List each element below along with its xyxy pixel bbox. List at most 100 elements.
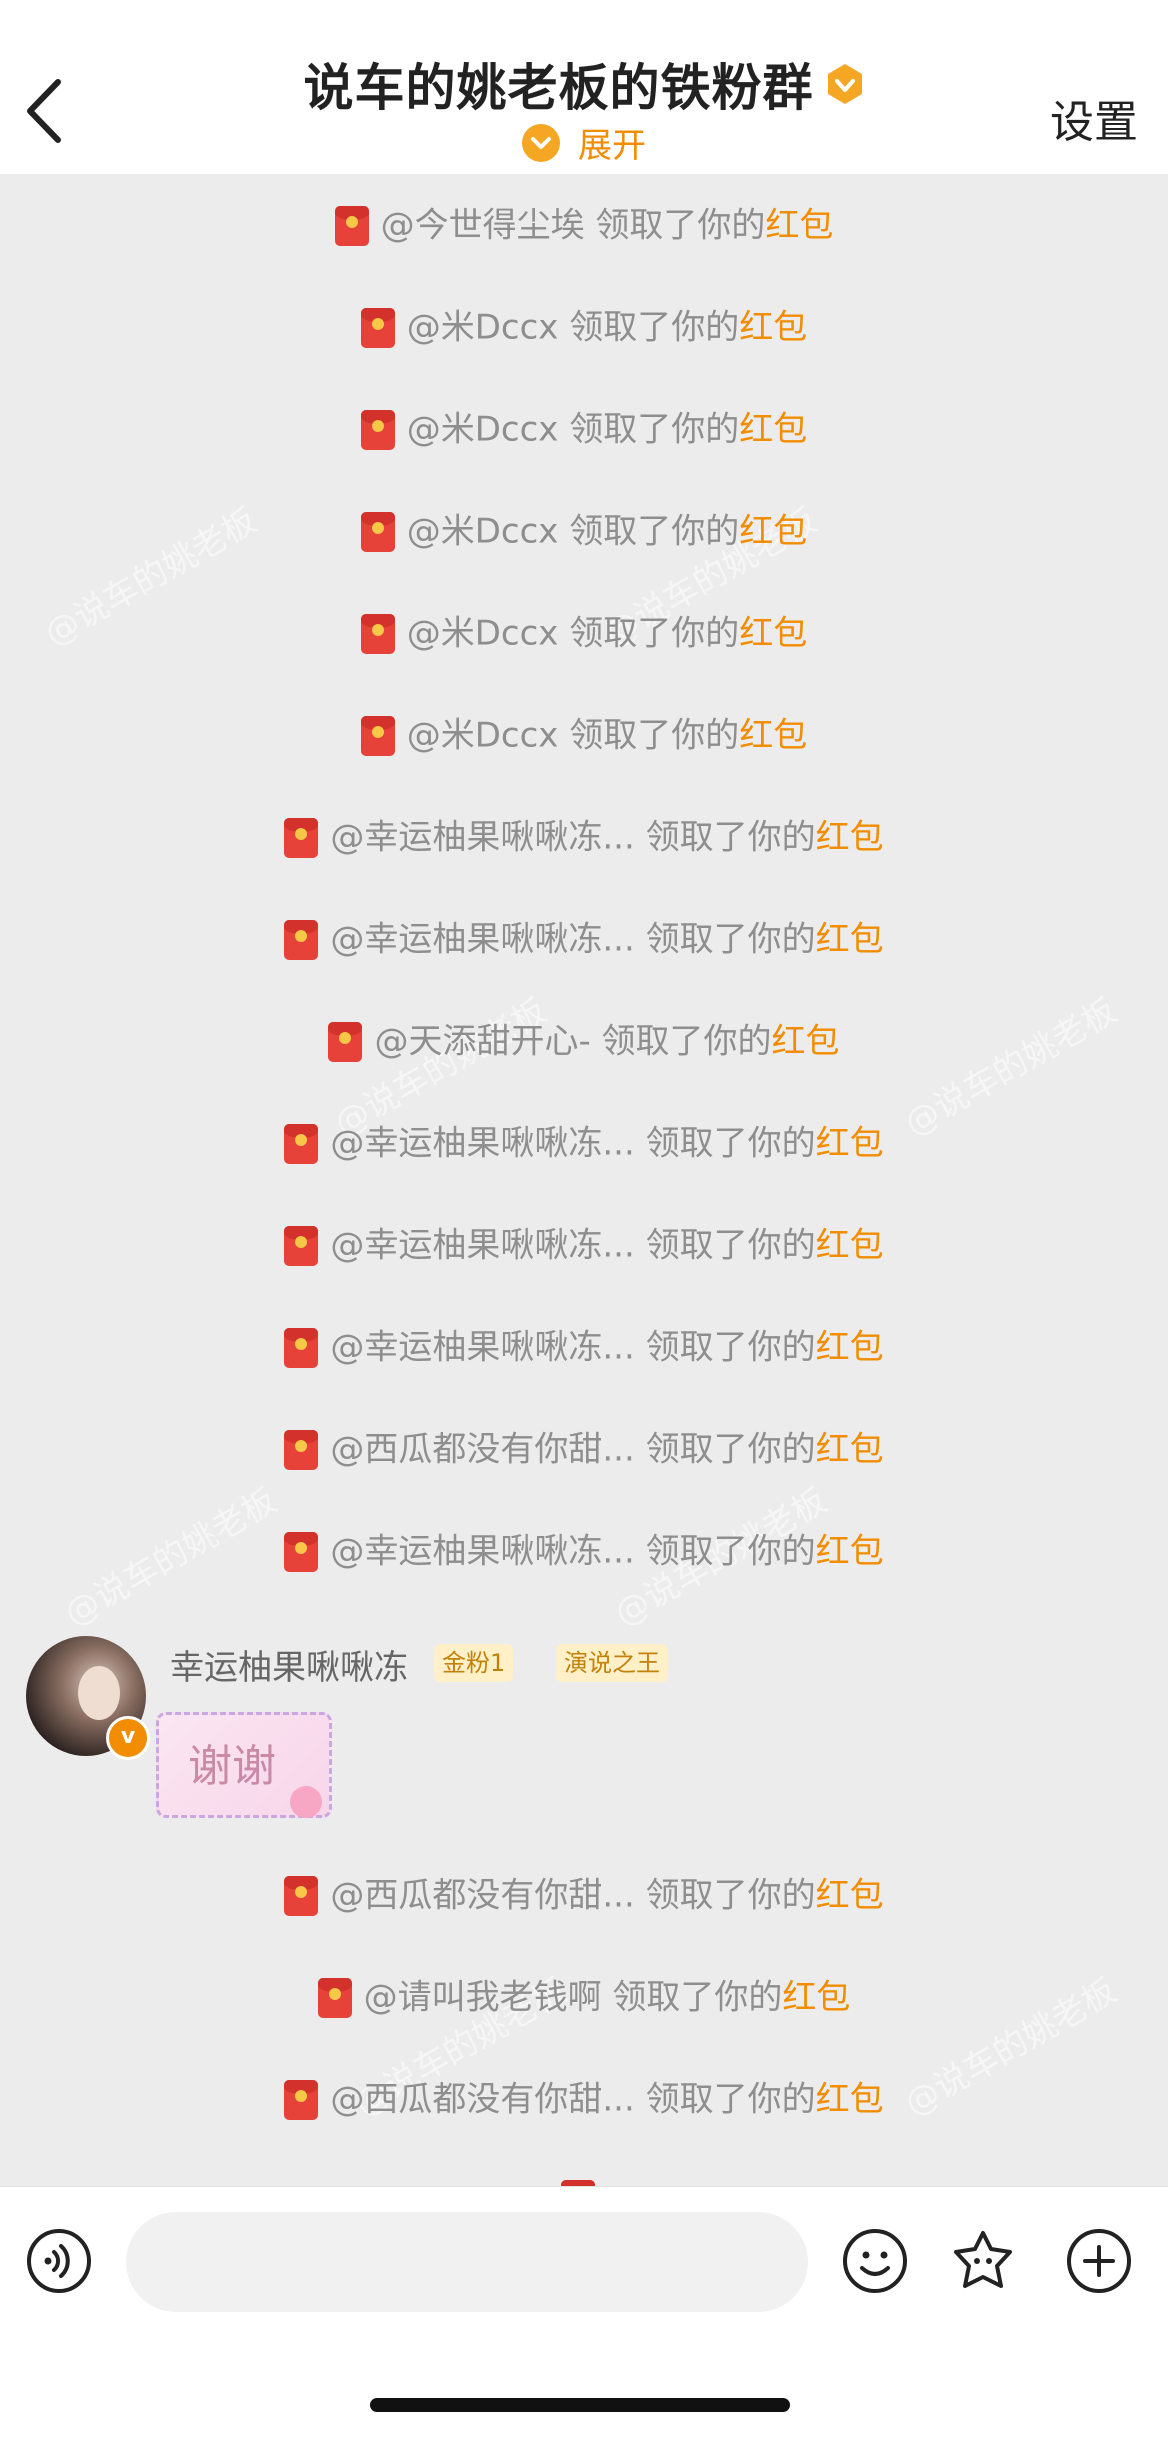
notice-action: 领取了你的 <box>634 1531 816 1572</box>
red-envelope-icon <box>284 1225 319 1266</box>
redpacket-link[interactable]: 红包 <box>816 2080 884 2120</box>
notice-action: 领取了你的 <box>601 1977 783 2018</box>
redpacket-notice: @幸运柚果啾啾冻... 领取了你的红包 <box>0 1324 1168 1368</box>
redpacket-link[interactable]: 红包 <box>782 1978 850 2018</box>
redpacket-notice: @米Dccx 领取了你的红包 <box>0 712 1168 756</box>
notice-user-link[interactable]: @幸运柚果啾啾冻... <box>330 1124 634 1164</box>
notice-user-link[interactable]: @幸运柚果啾啾冻... <box>330 1226 634 1266</box>
redpacket-notice: @米Dccx 领取了你的红包 <box>0 406 1168 450</box>
red-envelope-icon <box>284 919 319 960</box>
redpacket-notice: @米Dccx 领取了你的红包 <box>0 304 1168 348</box>
notice-user-link[interactable]: @幸运柚果啾啾冻... <box>330 1328 634 1368</box>
notice-action: 领取了你的 <box>634 1327 816 1368</box>
home-indicator[interactable] <box>370 2398 790 2412</box>
notice-user-link[interactable]: @今世得尘埃 <box>381 206 585 246</box>
red-envelope-icon <box>284 2079 319 2120</box>
red-envelope-icon <box>334 205 369 246</box>
red-envelope-icon <box>284 1327 319 1368</box>
notice-action: 领取了你的 <box>634 1225 816 1266</box>
avatar-face <box>78 1666 120 1720</box>
red-envelope-icon <box>360 511 395 552</box>
red-envelope-icon <box>360 613 395 654</box>
voice-icon[interactable] <box>26 2228 92 2294</box>
red-envelope-icon <box>284 817 319 858</box>
expand-label: 展开 <box>578 126 646 166</box>
red-envelope-icon <box>284 1429 319 1470</box>
red-envelope-icon <box>317 1977 352 2018</box>
sticker-message[interactable]: 谢谢 <box>150 1700 340 1830</box>
strawberry-icon <box>290 1786 322 1818</box>
sticker-icon[interactable] <box>950 2228 1016 2294</box>
notice-user-link[interactable]: @幸运柚果啾啾冻... <box>330 818 634 858</box>
redpacket-notice: @幸运柚果啾啾冻... 领取了你的红包 <box>0 1528 1168 1572</box>
verified-badge-icon: v <box>106 1716 150 1760</box>
red-envelope-icon <box>284 1531 319 1572</box>
notice-user-link[interactable]: @米Dccx <box>407 614 559 654</box>
header-bar: 说车的姚老板的铁粉群 展开 设置 <box>0 0 1168 174</box>
red-envelope-icon <box>360 409 395 450</box>
notice-action: 领取了你的 <box>634 1123 816 1164</box>
notice-action: 领取了你的 <box>590 1021 772 1062</box>
redpacket-notice: @幸运柚果啾啾冻... 领取了你的红包 <box>0 1222 1168 1266</box>
settings-button[interactable]: 设置 <box>1050 86 1138 150</box>
notice-user-link[interactable]: @米Dccx <box>407 308 559 348</box>
chevron-down-icon <box>522 123 560 162</box>
redpacket-notice: @西瓜都没有你甜... 领取了你的红包 <box>0 1426 1168 1470</box>
redpacket-link[interactable]: 红包 <box>765 206 833 246</box>
red-envelope-icon <box>360 307 395 348</box>
redpacket-notice: @米Dccx 领取了你的红包 <box>0 508 1168 552</box>
redpacket-link[interactable]: 红包 <box>816 818 884 858</box>
notice-action: 领取了你的 <box>634 1875 816 1916</box>
red-envelope-icon <box>284 1875 319 1916</box>
red-envelope-icon <box>284 1123 319 1164</box>
notice-action: 领取了你的 <box>634 919 816 960</box>
notice-user-link[interactable]: @请叫我老钱啊 <box>364 1978 602 2018</box>
notice-user-link[interactable]: @米Dccx <box>407 512 559 552</box>
redpacket-notice: @幸运柚果啾啾冻... 领取了你的红包 <box>0 814 1168 858</box>
redpacket-notice: @天添甜开心- 领取了你的红包 <box>0 1018 1168 1062</box>
redpacket-link[interactable]: 红包 <box>816 1430 884 1470</box>
sender-name[interactable]: 幸运柚果啾啾冻 <box>170 1640 408 1689</box>
redpacket-link[interactable]: 红包 <box>739 410 807 450</box>
redpacket-link[interactable]: 红包 <box>739 614 807 654</box>
expand-toggle[interactable]: 展开 <box>0 118 1168 167</box>
group-title: 说车的姚老板的铁粉群 <box>303 59 814 117</box>
notice-action: 领取了你的 <box>558 715 740 756</box>
redpacket-notice: @请叫我老钱啊 领取了你的红包 <box>0 1974 1168 2018</box>
notice-user-link[interactable]: @幸运柚果啾啾冻... <box>330 920 634 960</box>
notice-action: 领取了你的 <box>558 613 740 654</box>
redpacket-notice: @米Dccx 领取了你的红包 <box>0 610 1168 654</box>
redpacket-link[interactable]: 红包 <box>772 1022 840 1062</box>
notice-user-link[interactable]: @米Dccx <box>407 410 559 450</box>
notice-action: 领取了你的 <box>558 409 740 450</box>
redpacket-notice: @西瓜都没有你甜... 领取了你的红包 <box>0 1872 1168 1916</box>
sticker-text: 谢谢 <box>188 1741 276 1792</box>
emoji-icon[interactable] <box>842 2228 908 2294</box>
redpacket-link[interactable]: 红包 <box>816 1328 884 1368</box>
redpacket-link[interactable]: 红包 <box>816 1532 884 1572</box>
notice-user-link[interactable]: @西瓜都没有你甜... <box>330 1430 634 1470</box>
redpacket-notice: @幸运柚果啾啾冻... 领取了你的红包 <box>0 916 1168 960</box>
redpacket-link[interactable]: 红包 <box>739 716 807 756</box>
redpacket-link[interactable]: 红包 <box>816 1226 884 1266</box>
notice-user-link[interactable]: @天添甜开心- <box>374 1022 590 1062</box>
red-envelope-icon <box>360 715 395 756</box>
notice-user-link[interactable]: @幸运柚果啾啾冻... <box>330 1532 634 1572</box>
redpacket-link[interactable]: 红包 <box>816 1876 884 1916</box>
redpacket-link[interactable]: 红包 <box>739 308 807 348</box>
redpacket-link[interactable]: 红包 <box>739 512 807 552</box>
redpacket-notice: @幸运柚果啾啾冻... 领取了你的红包 <box>0 1120 1168 1164</box>
redpacket-notice: @今世得尘埃 领取了你的红包 <box>0 202 1168 246</box>
notice-user-link[interactable]: @米Dccx <box>407 716 559 756</box>
message-input[interactable] <box>126 2212 808 2312</box>
redpacket-link[interactable]: 红包 <box>816 1124 884 1164</box>
notice-user-link[interactable]: @西瓜都没有你甜... <box>330 2080 634 2120</box>
red-envelope-icon <box>328 1021 363 1062</box>
verified-badge-icon <box>827 64 862 104</box>
notice-user-link[interactable]: @西瓜都没有你甜... <box>330 1876 634 1916</box>
plus-icon[interactable] <box>1066 2228 1132 2294</box>
redpacket-link[interactable]: 红包 <box>816 920 884 960</box>
notice-action: 领取了你的 <box>558 307 740 348</box>
fan-level-badge[interactable]: 金粉1 <box>434 1644 514 1682</box>
title-badge[interactable]: 演说之王 <box>556 1644 668 1682</box>
